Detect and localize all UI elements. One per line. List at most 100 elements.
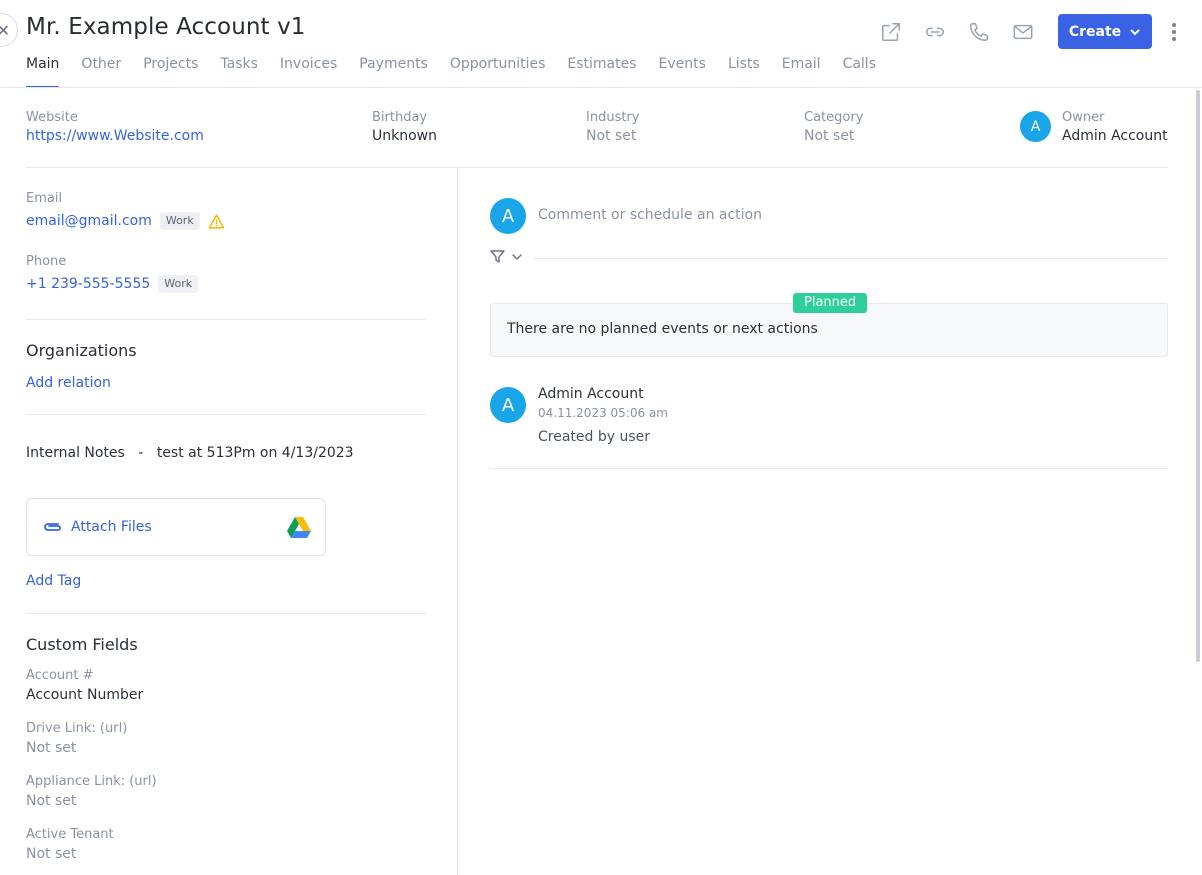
section-divider [26,613,426,614]
industry-field: Industry Not set [586,109,639,147]
custom-field-appliance-link[interactable]: Appliance Link: (url) Not set [26,773,157,811]
summary-row: Website https://www.Website.com Birthday… [0,109,1202,149]
comment-avatar: A [490,198,526,234]
open-external-button[interactable] [874,15,908,49]
tab-opportunities[interactable]: Opportunities [450,55,546,88]
chevron-down-icon [512,254,522,260]
custom-field-label: Active Tenant [26,827,114,842]
website-label: Website [26,110,78,125]
category-field: Category Not set [804,109,863,147]
custom-field-value: Not set [26,846,77,862]
tab-payments[interactable]: Payments [359,55,428,88]
feed-avatar: A [490,387,526,423]
feed-text: Created by user [538,429,651,445]
scrollbar[interactable] [1196,90,1200,662]
planned-empty-text: There are no planned events or next acti… [507,321,818,337]
call-button[interactable] [962,15,996,49]
section-divider [26,414,426,415]
more-options-button[interactable] [1168,17,1180,47]
phone-type-badge: Work [158,275,199,293]
owner-avatar: A [1020,111,1051,142]
activity-filter-button[interactable] [490,250,523,264]
tab-bar: Main Other Projects Tasks Invoices Payme… [26,55,898,88]
internal-notes-text: test at 513Pm on 4/13/2023 [156,445,354,461]
website-field: Website https://www.Website.com [26,109,204,147]
custom-field-label: Appliance Link: (url) [26,774,157,789]
tabs-divider [0,87,1202,88]
more-vertical-icon [1172,22,1176,27]
add-relation-link[interactable]: Add relation [26,375,111,391]
feed-author[interactable]: Admin Account [538,386,644,402]
phone-field: Phone +1 239-555-5555 Work [26,253,199,295]
owner-field: Owner Admin Account [1062,109,1168,147]
category-value[interactable]: Not set [804,126,863,147]
birthday-field: Birthday Unknown [372,109,437,147]
tab-estimates[interactable]: Estimates [567,55,636,88]
column-divider [457,168,458,875]
custom-field-value: Not set [26,793,77,809]
warning-icon [208,213,224,229]
phone-row: +1 239-555-5555 Work [26,273,199,295]
google-drive-icon[interactable] [287,517,311,538]
create-button-label: Create [1068,23,1122,40]
custom-field-active-tenant[interactable]: Active Tenant Not set [26,826,114,864]
create-button[interactable]: Create [1058,14,1152,49]
feed-divider [490,468,1168,469]
custom-field-label: Drive Link: (url) [26,721,128,736]
close-button[interactable]: ✕ [0,13,18,47]
add-tag-link[interactable]: Add Tag [26,573,81,589]
page-title: Mr. Example Account v1 [26,14,306,40]
custom-field-account[interactable]: Account # Account Number [26,667,143,705]
custom-field-value: Not set [26,740,77,756]
custom-field-drive-link[interactable]: Drive Link: (url) Not set [26,720,127,758]
website-link[interactable]: https://www.Website.com [26,126,204,147]
comment-input[interactable]: Comment or schedule an action [538,207,762,223]
tab-tasks[interactable]: Tasks [220,55,258,88]
email-label: Email [26,191,63,206]
internal-notes-separator: - [138,445,144,461]
attach-files-button[interactable]: Attach Files [26,498,326,556]
email-type-badge: Work [159,212,200,230]
external-link-icon [882,22,900,41]
section-divider [26,319,426,320]
tab-other[interactable]: Other [81,55,121,88]
send-email-button[interactable] [1006,15,1040,49]
organizations-title: Organizations [26,341,137,360]
tab-invoices[interactable]: Invoices [280,55,337,88]
custom-fields-title: Custom Fields [26,635,138,654]
tab-projects[interactable]: Projects [143,55,198,88]
filter-divider [534,258,1168,259]
phone-icon [970,22,988,41]
copy-link-button[interactable] [918,15,952,49]
owner-value[interactable]: Admin Account [1062,126,1168,147]
paperclip-icon [44,523,61,531]
tab-main[interactable]: Main [26,55,60,88]
industry-label: Industry [586,110,640,125]
link-icon [926,27,944,36]
tab-email[interactable]: Email [782,55,821,88]
owner-label: Owner [1062,110,1105,125]
category-label: Category [804,110,864,125]
chevron-down-icon [1130,28,1140,35]
attach-files-label: Attach Files [71,519,152,535]
phone-label: Phone [26,254,67,269]
custom-field-value: Account Number [26,687,144,703]
internal-notes[interactable]: Internal Notes - test at 513Pm on 4/13/2… [26,445,354,461]
filter-icon [490,250,505,263]
mail-icon [1013,24,1033,39]
birthday-label: Birthday [372,110,428,125]
email-field: Email email@gmail.com Work [26,190,225,232]
email-row: email@gmail.com Work [26,210,225,232]
close-icon: ✕ [0,20,10,40]
tab-events[interactable]: Events [659,55,706,88]
tab-lists[interactable]: Lists [728,55,760,88]
tab-calls[interactable]: Calls [843,55,876,88]
email-link[interactable]: email@gmail.com [26,210,152,232]
header-actions: Create [864,14,1180,49]
phone-link[interactable]: +1 239-555-5555 [26,273,150,295]
industry-value[interactable]: Not set [586,126,639,147]
feed-timestamp: 04.11.2023 05:06 am [538,406,668,420]
birthday-value[interactable]: Unknown [372,126,437,147]
summary-divider [26,167,1168,168]
planned-badge: Planned [793,293,868,313]
